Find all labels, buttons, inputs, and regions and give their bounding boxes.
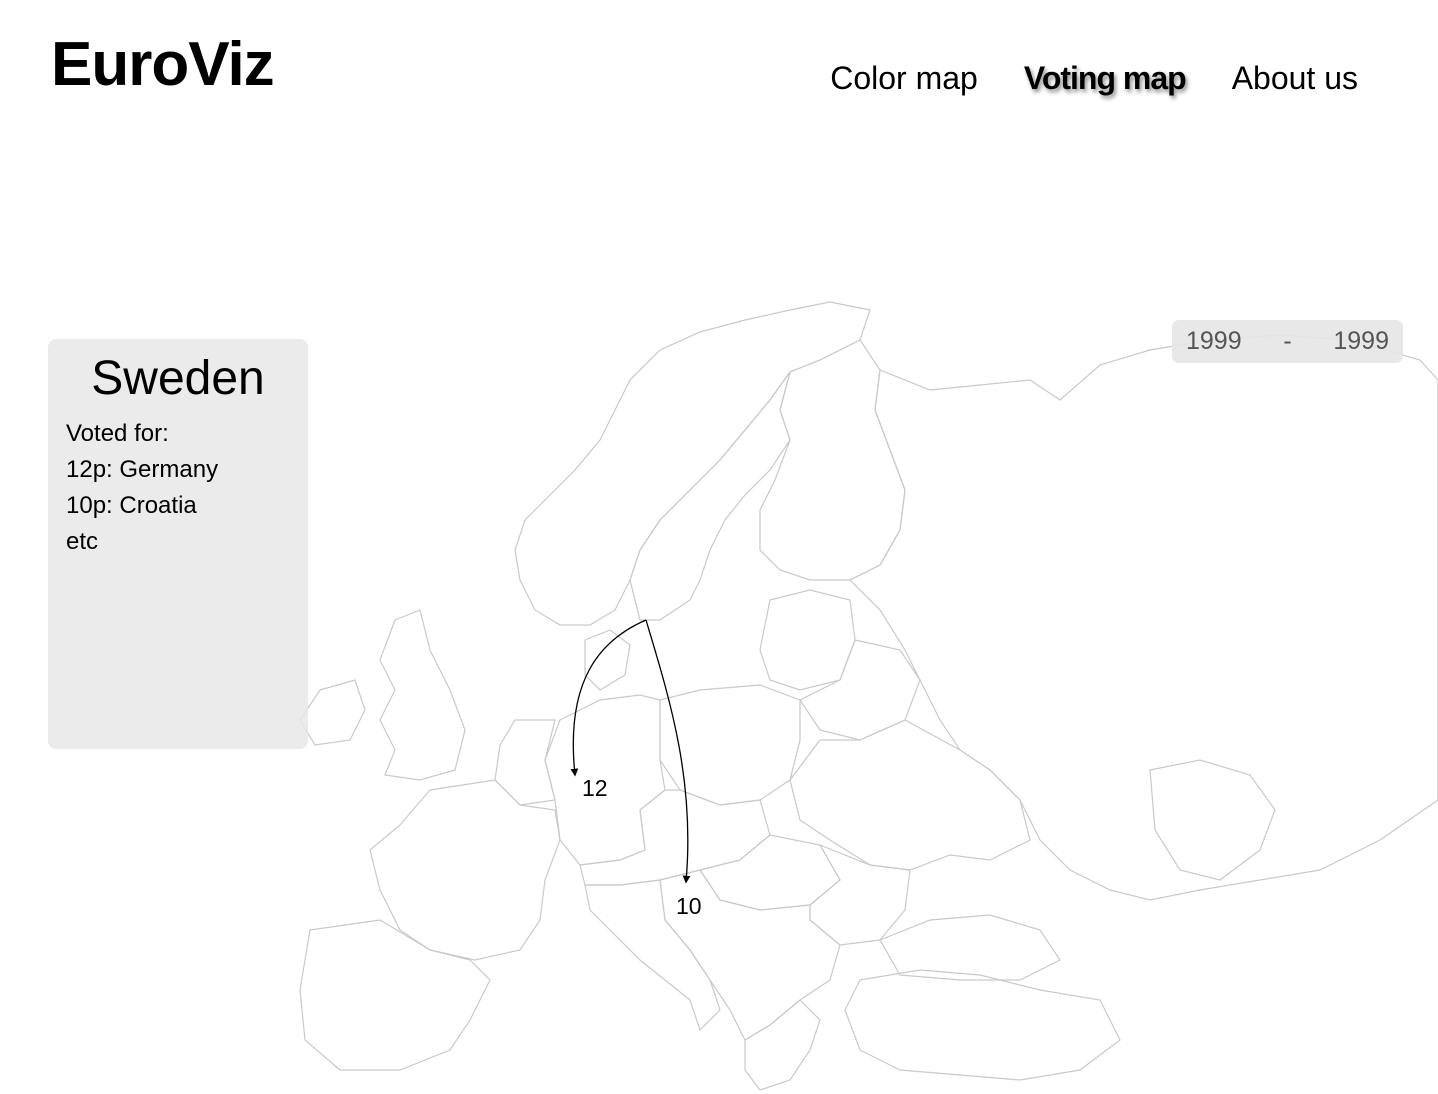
- country-denmark[interactable]: [584, 629, 631, 691]
- page: EuroViz Color map Voting map About us 12…: [0, 0, 1438, 1094]
- country-france[interactable]: [369, 779, 561, 961]
- caspian-sea[interactable]: [1149, 759, 1276, 881]
- country-belarus[interactable]: [799, 639, 921, 741]
- country-info-panel: Sweden Voted for: 12p: Germany 10p: Croa…: [48, 339, 308, 749]
- info-line-voted-for: Voted for:: [66, 419, 169, 447]
- nav-color-map[interactable]: Color map: [830, 62, 978, 94]
- nav-about-us[interactable]: About us: [1232, 62, 1358, 94]
- info-line-10p: 10p: Croatia: [66, 491, 197, 519]
- selected-country-name: Sweden: [91, 352, 265, 405]
- country-romania[interactable]: [809, 843, 911, 946]
- country-baltics[interactable]: [759, 589, 856, 691]
- info-line-etc: etc: [66, 527, 99, 555]
- country-central-europe[interactable]: [579, 789, 771, 886]
- country-benelux[interactable]: [494, 719, 556, 806]
- nav-voting-map[interactable]: Voting map: [1024, 62, 1187, 94]
- main-nav: Color map Voting map About us: [830, 62, 1358, 94]
- vote-label-germany: 12: [582, 775, 608, 801]
- country-norway[interactable]: [514, 301, 871, 626]
- vote-arc-germany[interactable]: [570, 619, 647, 777]
- vote-label-croatia: 10: [676, 893, 702, 919]
- country-poland[interactable]: [659, 684, 801, 806]
- year-to[interactable]: 1999: [1333, 327, 1389, 356]
- country-russia[interactable]: [848, 334, 1438, 901]
- vote-arc-croatia[interactable]: [645, 619, 691, 884]
- year-from[interactable]: 1999: [1186, 327, 1242, 356]
- country-turkey[interactable]: [844, 969, 1121, 1081]
- info-line-12p: 12p: Germany: [66, 455, 219, 483]
- year-range-selector[interactable]: 1999 - 1999: [1172, 320, 1403, 363]
- black-sea: [879, 914, 1061, 981]
- logo[interactable]: EuroViz: [51, 34, 275, 96]
- country-iberia[interactable]: [299, 919, 491, 1071]
- year-separator: -: [1283, 327, 1292, 355]
- country-finland[interactable]: [759, 339, 906, 581]
- country-hungary[interactable]: [699, 834, 841, 911]
- country-ireland[interactable]: [299, 679, 366, 746]
- country-uk[interactable]: [379, 609, 466, 781]
- country-sweden[interactable]: [629, 371, 791, 621]
- country-greece[interactable]: [744, 999, 821, 1091]
